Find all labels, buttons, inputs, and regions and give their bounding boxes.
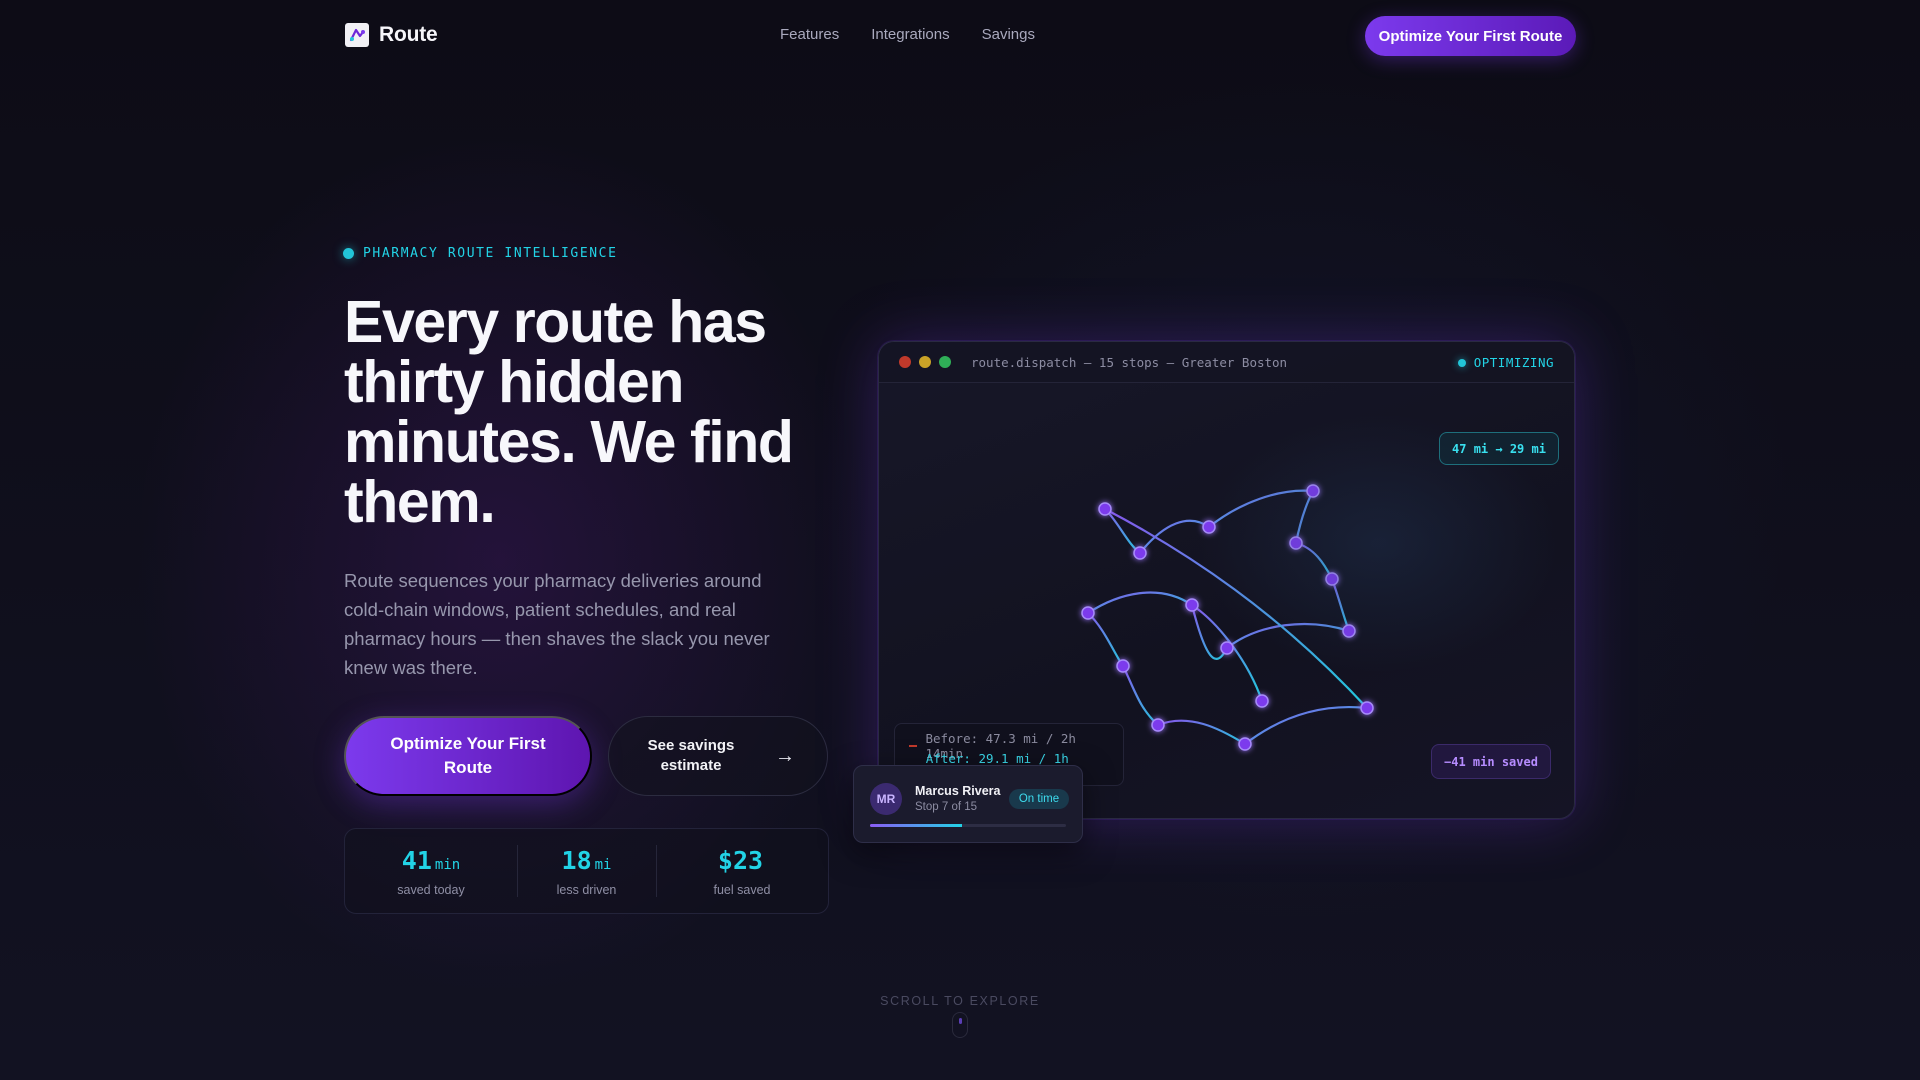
see-savings-label: See savings estimate [647, 737, 735, 774]
nav-link-features[interactable]: Features [780, 26, 839, 43]
route-map[interactable]: 47 mi → 29 mi Before: 47.3 mi / 2h 14min… [879, 383, 1574, 818]
route-segment [1156, 719, 1247, 746]
before-swatch-icon [909, 745, 918, 747]
scroll-wheel [959, 1018, 962, 1024]
route-stop [1098, 502, 1112, 516]
stat-unit: min [434, 856, 461, 873]
hero-subcopy: Route sequences your pharmacy deliveries… [344, 570, 770, 678]
status-badge: On time [1009, 789, 1069, 809]
window-maximize-icon[interactable] [939, 356, 951, 368]
brand-name: Route [379, 23, 438, 46]
status-indicator: OPTIMIZING [1457, 355, 1554, 370]
route-stop [1151, 718, 1165, 732]
route-stop [1255, 694, 1269, 708]
route-stop [1360, 701, 1374, 715]
stat-value: 18 [561, 845, 592, 875]
stat-saved: 41 min saved today [345, 829, 517, 913]
scroll-hint: SCROLL TO EXPLORE [880, 994, 1040, 1008]
window-title: route.dispatch — 15 stops — Greater Bost… [971, 355, 1288, 370]
nav-link-savings[interactable]: Savings [982, 26, 1035, 43]
window-close-icon[interactable] [899, 356, 911, 368]
nav-link-integrations[interactable]: Integrations [871, 26, 949, 43]
route-stop [1081, 606, 1095, 620]
eyebrow-text: PHARMACY ROUTE INTELLIGENCE [363, 246, 618, 261]
route-segment [1086, 611, 1125, 668]
driver-card[interactable]: MR Marcus Rivera Stop 7 of 15 On time [853, 765, 1083, 843]
hero-optimize-label: Optimize Your First Route [390, 734, 546, 777]
route-stop [1133, 546, 1147, 560]
route-stop [1116, 659, 1130, 673]
driver-progress [870, 824, 1066, 827]
nav-optimize-button[interactable]: Optimize Your First Route [1365, 16, 1576, 56]
route-logo-icon [345, 23, 369, 47]
stat-label: less driven [556, 882, 617, 897]
stat-fuel: $23 fuel saved [656, 829, 828, 913]
route-segment [1121, 664, 1160, 727]
hero-eyebrow: PHARMACY ROUTE INTELLIGENCE [343, 246, 618, 261]
avatar: MR [870, 783, 902, 815]
route-stop [1185, 598, 1199, 612]
eyebrow-dot-icon [343, 248, 354, 259]
stat-label: saved today [397, 882, 465, 897]
stat-value: $23 [717, 845, 764, 875]
stat-driven: 18 mi less driven [517, 829, 656, 913]
route-segment [1103, 507, 1142, 555]
status-dot-icon [1457, 358, 1466, 367]
driver-stop: Stop 7 of 15 [915, 801, 978, 813]
hero-optimize-button[interactable]: Optimize Your First Route [344, 716, 592, 796]
stat-value: 41 [401, 845, 432, 875]
stat-unit: mi [594, 856, 612, 873]
stat-label: fuel saved [713, 882, 771, 897]
window-titlebar: route.dispatch — 15 stops — Greater Bost… [879, 342, 1574, 383]
see-savings-button[interactable]: See savings estimate → [608, 716, 828, 796]
nav-links: Features Integrations Savings [780, 26, 1035, 43]
status-text: OPTIMIZING [1473, 355, 1554, 370]
hero-headline: Every route has thirty hidden minutes. W… [344, 289, 794, 535]
stats-bar: 41 min saved today 18 mi less driven $23… [344, 828, 829, 914]
route-stop [1238, 737, 1252, 751]
top-nav: Route Features Integrations Savings Opti… [0, 0, 1920, 72]
saved-pill: −41 min saved [1431, 744, 1551, 779]
brand-logo[interactable]: Route [345, 23, 438, 47]
arrow-right-icon: → [775, 744, 795, 767]
driver-name: Marcus Rivera [915, 784, 1001, 798]
route-segment [1243, 706, 1369, 746]
route-dashboard: route.dispatch — 15 stops — Greater Bost… [878, 341, 1575, 819]
scroll-mouse-icon[interactable] [952, 1012, 968, 1038]
distance-pill: 47 mi → 29 mi [1439, 432, 1559, 465]
driver-progress-fill [870, 824, 963, 827]
route-segment [1086, 591, 1194, 615]
window-minimize-icon[interactable] [919, 356, 931, 368]
